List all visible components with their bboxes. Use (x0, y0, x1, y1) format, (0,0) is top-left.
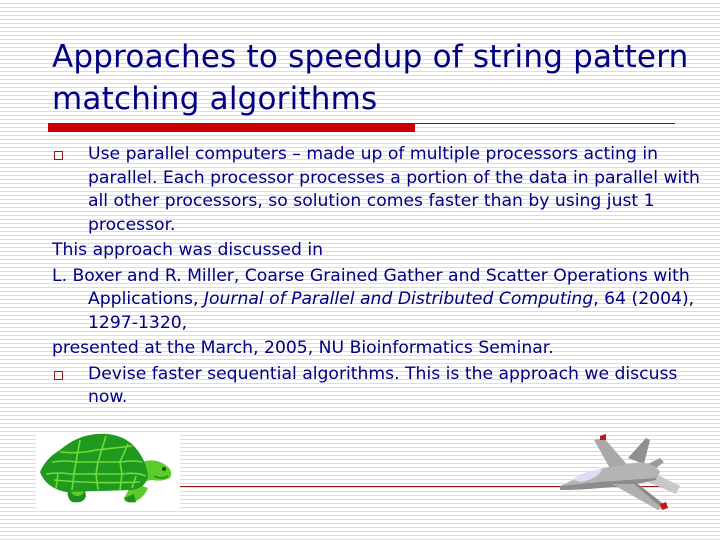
turtle-image (36, 432, 180, 508)
turtle-icon (40, 433, 172, 503)
fighter-jet-image (560, 428, 684, 514)
square-bullet-icon (54, 370, 63, 380)
title-underline-line (415, 123, 675, 124)
bullet-text: Use parallel computers – made up of mult… (88, 144, 700, 235)
citation: L. Boxer and R. Miller, Coarse Grained G… (52, 265, 712, 336)
fighter-jet-icon (560, 434, 680, 510)
slide-body: Use parallel computers – made up of mult… (52, 143, 712, 410)
title-underline-bar (48, 123, 415, 132)
bullet-text: Devise faster sequential algorithms. Thi… (88, 363, 678, 408)
bullet-item: Devise faster sequential algorithms. Thi… (52, 363, 712, 410)
square-bullet-icon (54, 151, 63, 160)
presented-note: presented at the March, 2005, NU Bioinfo… (52, 338, 554, 358)
bullet-item: Use parallel computers – made up of mult… (52, 143, 712, 237)
discussion-intro: This approach was discussed in (52, 240, 323, 260)
citation-journal: Journal of Parallel and Distributed Comp… (203, 289, 594, 309)
slide-title: Approaches to speedup of string pattern … (52, 39, 689, 117)
